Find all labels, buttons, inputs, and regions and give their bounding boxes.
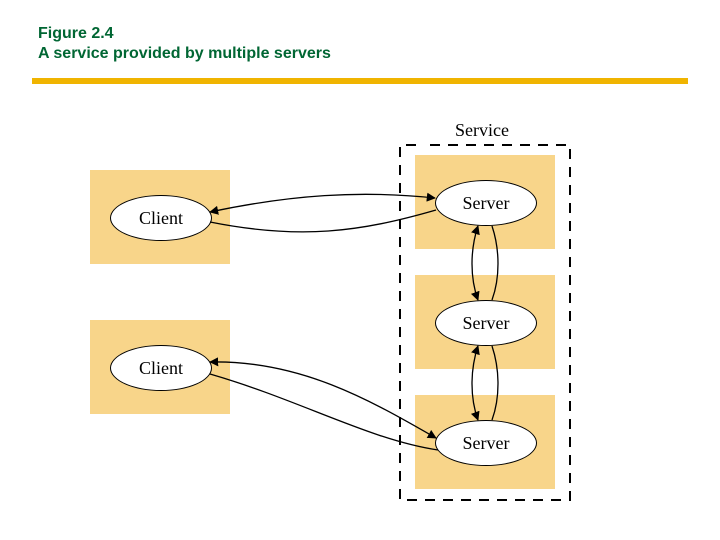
figure-title: Figure 2.4 A service provided by multipl… — [38, 24, 331, 64]
client-label: Client — [139, 358, 183, 379]
edge-client2-server3-bottom — [210, 374, 438, 450]
server-node-1: Server — [435, 180, 537, 226]
server-label: Server — [463, 193, 510, 214]
service-label: Service — [455, 120, 509, 141]
client-node-2: Client — [110, 345, 212, 391]
server-label: Server — [463, 433, 510, 454]
figure-number: Figure 2.4 — [38, 25, 114, 42]
client-node-1: Client — [110, 195, 212, 241]
figure-caption: A service provided by multiple servers — [38, 45, 331, 62]
diagram-stage: Figure 2.4 A service provided by multipl… — [0, 0, 720, 540]
edge-client1-server1-bottom — [210, 210, 436, 232]
edge-client1-server1-top — [210, 194, 435, 212]
server-node-3: Server — [435, 420, 537, 466]
server-node-2: Server — [435, 300, 537, 346]
server-label: Server — [463, 313, 510, 334]
edge-client2-server3-top — [210, 362, 436, 438]
client-label: Client — [139, 208, 183, 229]
title-rule — [32, 78, 688, 84]
